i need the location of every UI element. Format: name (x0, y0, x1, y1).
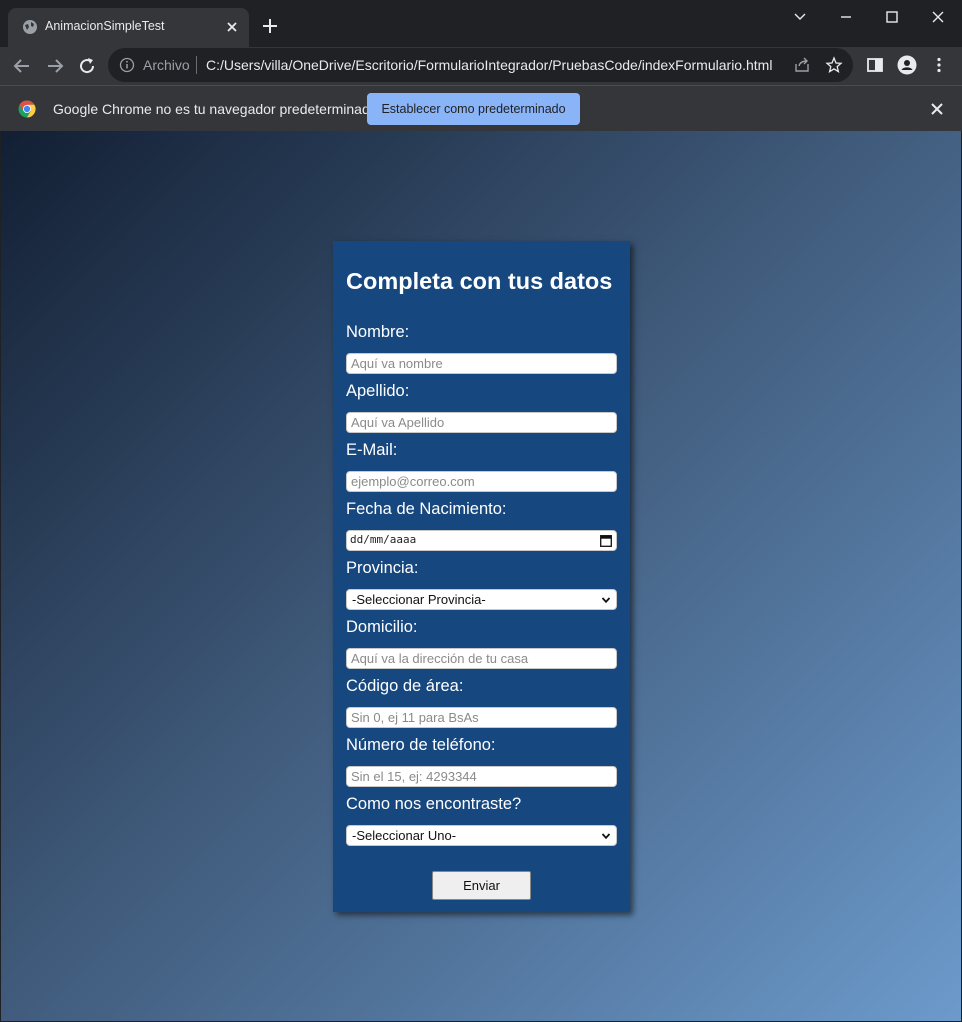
provincia-select[interactable]: -Seleccionar Provincia- (346, 589, 617, 610)
omnibox-divider (196, 56, 197, 74)
close-icon[interactable] (929, 101, 945, 117)
globe-icon (23, 20, 37, 34)
back-arrow-icon[interactable] (10, 54, 34, 78)
submit-button[interactable]: Enviar (432, 871, 531, 900)
default-browser-infobar: Google Chrome no es tu navegador predete… (0, 85, 962, 131)
provincia-selected: -Seleccionar Provincia- (352, 592, 486, 607)
close-icon[interactable] (928, 7, 948, 27)
url-text[interactable]: C:/Users/villa/OneDrive/Escritorio/Formu… (206, 57, 772, 73)
profile-icon[interactable] (897, 55, 917, 75)
browser-tab[interactable]: AnimacionSimpleTest (8, 8, 249, 47)
star-icon[interactable] (825, 56, 843, 74)
form-title: Completa con tus datos (346, 268, 613, 294)
email-input[interactable] (346, 471, 617, 492)
chevron-down-icon (601, 597, 611, 604)
forward-arrow-icon[interactable] (43, 54, 67, 78)
maximize-icon[interactable] (882, 7, 902, 27)
chrome-logo-icon (18, 100, 36, 118)
set-default-button[interactable]: Establecer como predeterminado (367, 93, 580, 125)
close-icon[interactable] (223, 18, 241, 36)
phone-input[interactable] (346, 766, 617, 787)
domicilio-label: Domicilio: (346, 618, 418, 636)
address-bar[interactable]: Archivo C:/Users/villa/OneDrive/Escritor… (108, 48, 853, 82)
source-label: Como nos encontraste? (346, 795, 522, 813)
apellido-label: Apellido: (346, 382, 410, 400)
birthdate-label: Fecha de Nacimiento: (346, 500, 507, 518)
share-icon[interactable] (793, 56, 811, 74)
area-code-input[interactable] (346, 707, 617, 728)
provincia-label: Provincia: (346, 559, 419, 577)
nombre-input[interactable] (346, 353, 617, 374)
email-label: E-Mail: (346, 441, 398, 459)
tab-strip: AnimacionSimpleTest (0, 0, 962, 47)
side-panel-icon[interactable] (865, 55, 885, 75)
browser-toolbar: Archivo C:/Users/villa/OneDrive/Escritor… (0, 47, 962, 85)
page-viewport: Completa con tus datos Nombre: Apellido:… (1, 131, 961, 1021)
tab-title: AnimacionSimpleTest (45, 19, 165, 33)
chevron-down-icon (601, 833, 611, 840)
birthdate-value: dd/mm/aaaa (350, 533, 417, 546)
infobar-message: Google Chrome no es tu navegador predete… (53, 101, 378, 117)
url-scheme-label: Archivo (143, 57, 190, 73)
apellido-input[interactable] (346, 412, 617, 433)
area-code-label: Código de área: (346, 677, 464, 695)
plus-icon[interactable] (260, 16, 280, 36)
more-vert-icon[interactable] (929, 55, 949, 75)
phone-label: Número de teléfono: (346, 736, 496, 754)
birthdate-input[interactable]: dd/mm/aaaa (346, 530, 617, 551)
reload-icon[interactable] (75, 54, 99, 78)
nombre-label: Nombre: (346, 323, 410, 341)
source-selected: -Seleccionar Uno- (352, 828, 457, 843)
info-icon[interactable] (119, 57, 135, 73)
source-select[interactable]: -Seleccionar Uno- (346, 825, 617, 846)
registration-form: Completa con tus datos Nombre: Apellido:… (333, 241, 630, 912)
domicilio-input[interactable] (346, 648, 617, 669)
calendar-icon[interactable] (600, 534, 612, 547)
minimize-icon[interactable] (836, 7, 856, 27)
chevron-down-icon[interactable] (790, 7, 810, 27)
